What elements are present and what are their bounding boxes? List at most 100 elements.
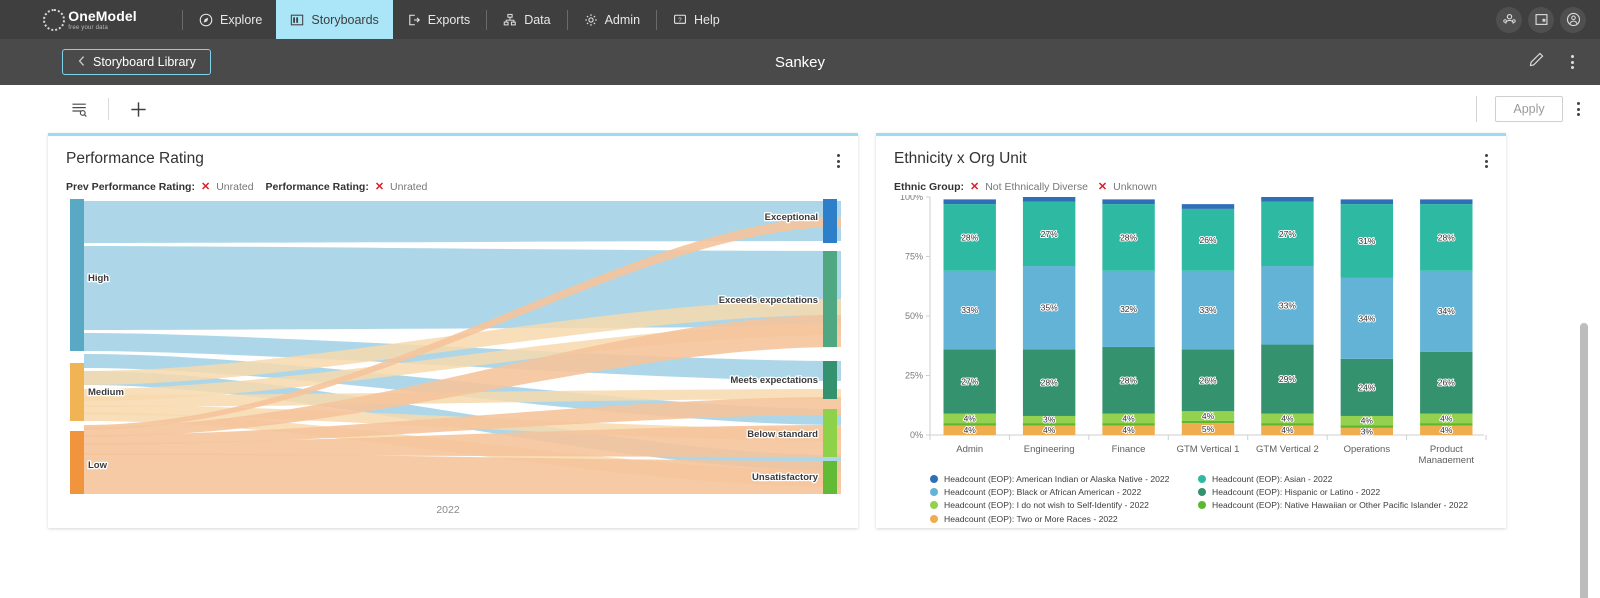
storyboard-header: Storyboard Library Sankey: [0, 39, 1600, 85]
nav-item-help[interactable]: ? Help: [659, 0, 734, 39]
y-axis-tick: 0%: [910, 430, 923, 440]
x-axis-category-label: Admin: [956, 444, 983, 455]
sankey-label-meets-expectations: Meets expectations: [730, 375, 818, 386]
bar-column[interactable]: 4% 4% 28% 32% 28%: [1102, 199, 1155, 436]
bar-segment[interactable]: [1181, 420, 1235, 424]
bar-segment[interactable]: [1102, 423, 1155, 426]
plus-icon[interactable]: [121, 92, 155, 126]
y-axis-tick: 100%: [900, 195, 923, 202]
x-axis-category-label: Product: [1430, 444, 1463, 455]
compass-icon: [199, 13, 213, 27]
bar-segment-label: 28%: [961, 232, 978, 242]
filter-value-performance-rating: Unrated: [390, 180, 428, 193]
toolbar-more-menu[interactable]: [1573, 98, 1584, 120]
filter-value-prev-performance-rating: Unrated: [216, 180, 254, 193]
legend-item[interactable]: Headcount (EOP): American Indian or Alas…: [930, 474, 1198, 484]
panel-title-ethnicity-x-org-unit: Ethnicity x Org Unit: [894, 150, 1027, 167]
brand-name: OneModel: [68, 7, 137, 24]
legend-column-left: Headcount (EOP): American Indian or Alas…: [930, 474, 1198, 524]
nav-item-exports[interactable]: Exports: [393, 0, 484, 39]
legend-color-swatch: [930, 514, 938, 523]
filter-value-unknown: Unknown: [1113, 180, 1157, 193]
bar-column[interactable]: 4% 4% 27% 33% 28%: [943, 199, 996, 436]
apply-button[interactable]: Apply: [1495, 96, 1563, 122]
nav-item-storyboards[interactable]: Storyboards: [276, 0, 393, 39]
bar-segment[interactable]: [1102, 199, 1155, 205]
bar-segment[interactable]: [1181, 204, 1235, 209]
people-icon[interactable]: [1496, 6, 1522, 33]
legend-color-swatch: [930, 488, 938, 497]
y-axis-tick: 50%: [905, 311, 923, 321]
bar-column[interactable]: 5% 4% 26% 33% 26%: [1181, 204, 1235, 435]
nav-item-explore[interactable]: Explore: [185, 0, 276, 39]
x-icon[interactable]: ✕: [1098, 180, 1107, 193]
help-icon: ?: [673, 13, 687, 27]
sankey-label-medium: Medium: [88, 387, 124, 398]
legend-item[interactable]: Headcount (EOP): Two or More Races - 202…: [930, 514, 1198, 524]
x-icon[interactable]: ✕: [970, 180, 979, 193]
bar-column[interactable]: 4% 4% 29% 33% 27%: [1261, 197, 1314, 436]
vertical-scrollbar[interactable]: [1580, 323, 1588, 598]
stacked-bar-chart[interactable]: 4% 4% 27% 33% 28% 4% 3% 28% 35% 27% 4% 4% 28% 32% 28% 5…: [894, 192, 1488, 468]
bar-segment-label: 26%: [1438, 378, 1455, 388]
nav-label-admin: Admin: [604, 12, 641, 27]
bar-segment-label: 32%: [1120, 304, 1137, 314]
legend-color-swatch: [930, 475, 938, 483]
gear-icon: [584, 13, 598, 27]
nav-label-exports: Exports: [427, 12, 471, 27]
account-icon[interactable]: [1560, 6, 1586, 33]
panel-title-performance-rating: Performance Rating: [66, 150, 204, 167]
storyboard-library-button[interactable]: Storyboard Library: [62, 49, 211, 75]
pencil-icon[interactable]: [1528, 51, 1545, 73]
bar-segment-label: 4%: [1043, 425, 1056, 435]
legend-item[interactable]: Headcount (EOP): Black or African Americ…: [930, 487, 1198, 497]
panel-more-menu-ethnicity[interactable]: [1481, 150, 1492, 172]
bar-column[interactable]: 4%3% 28% 35% 27%: [1022, 197, 1076, 436]
bar-segment-label: 3%: [1361, 426, 1374, 436]
storyboard-more-menu[interactable]: [1567, 51, 1578, 73]
sankey-label-high: High: [88, 273, 109, 284]
scrollbar-thumb[interactable]: [1580, 323, 1588, 598]
legend-label: Headcount (EOP): American Indian or Alas…: [944, 474, 1170, 484]
bar-segment-label: 34%: [1438, 306, 1455, 316]
chart-legend: Headcount (EOP): American Indian or Alas…: [894, 474, 1488, 524]
legend-item[interactable]: Headcount (EOP): Native Hawaiian or Othe…: [1198, 500, 1468, 510]
bar-segment-label: 4%: [1122, 413, 1135, 423]
x-icon[interactable]: ✕: [375, 180, 384, 193]
bar-segment-label: 4%: [964, 425, 977, 435]
y-axis-tick: 25%: [905, 371, 923, 381]
legend-color-swatch: [1198, 501, 1206, 510]
x-icon[interactable]: ✕: [201, 180, 210, 193]
nav-item-data[interactable]: Data: [489, 0, 564, 39]
bar-segment-label: 28%: [1120, 375, 1137, 385]
bar-segment-label: 28%: [1041, 378, 1058, 388]
legend-item[interactable]: Headcount (EOP): I do not wish to Self-I…: [930, 500, 1198, 510]
bar-segment[interactable]: [1420, 199, 1473, 205]
bar-segment-label: 27%: [1279, 229, 1296, 239]
bar-segment[interactable]: [943, 199, 996, 205]
storyboard-toolbar: Apply: [0, 85, 1600, 133]
brand-logo[interactable]: OneModel free your data: [0, 0, 180, 39]
nav-label-data: Data: [524, 12, 551, 27]
sankey-chart[interactable]: High Medium Low Exceptional Exceeds expe…: [66, 199, 841, 516]
bar-segment[interactable]: [1261, 423, 1314, 426]
panel-more-menu-performance-rating[interactable]: [833, 150, 844, 172]
legend-item[interactable]: Headcount (EOP): Asian - 2022: [1198, 474, 1468, 484]
filter-list-icon[interactable]: [62, 92, 96, 126]
bar-segment[interactable]: [1022, 197, 1076, 202]
onemodel-logo-icon: [43, 8, 66, 31]
storyboard-library-label: Storyboard Library: [93, 55, 196, 69]
bar-column[interactable]: 4% 4% 26% 34% 28%: [1420, 199, 1473, 436]
bar-segment[interactable]: [1340, 199, 1394, 205]
bar-segment-label: 4%: [964, 413, 977, 423]
bar-segment-label: 28%: [1120, 232, 1137, 242]
bar-column[interactable]: 3%4% 24% 34% 31%: [1340, 199, 1394, 437]
bar-segment[interactable]: [943, 423, 996, 426]
bar-segment[interactable]: [1261, 197, 1314, 202]
nav-item-admin[interactable]: Admin: [570, 0, 654, 39]
bar-segment[interactable]: [1420, 423, 1473, 426]
x-axis-category-label: Engineering: [1024, 444, 1075, 455]
bar-segment[interactable]: [1340, 425, 1394, 428]
legend-item[interactable]: Headcount (EOP): Hispanic or Latino - 20…: [1198, 487, 1468, 497]
image-star-icon[interactable]: [1528, 6, 1554, 33]
